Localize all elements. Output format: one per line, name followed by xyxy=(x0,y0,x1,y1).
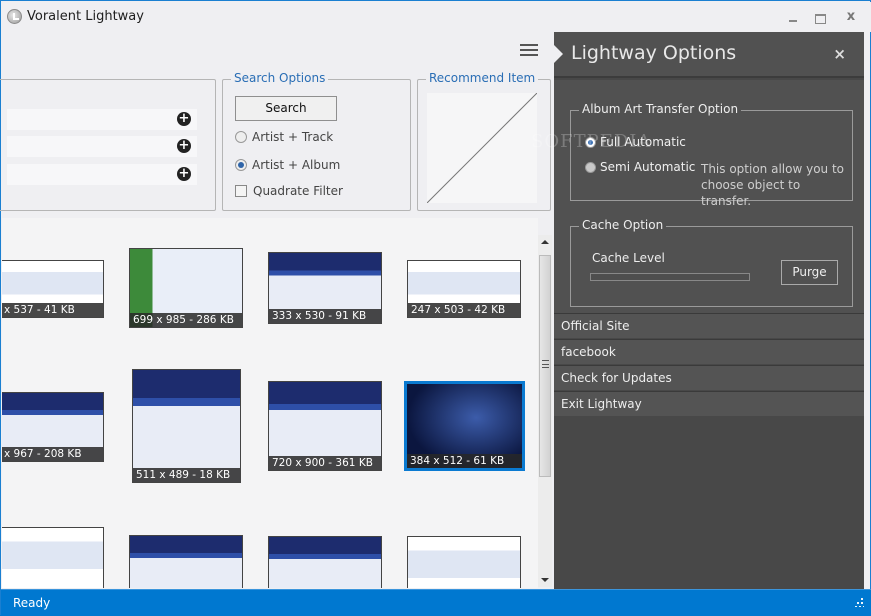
thumbnail-caption: 247 x 503 - 42 KB xyxy=(408,303,520,317)
thumbnail[interactable] xyxy=(2,527,104,588)
thumbnail[interactable]: x 537 - 41 KB xyxy=(2,260,104,318)
album-art-transfer-group: Album Art Transfer Option Full Automatic… xyxy=(570,102,853,208)
recommend-item-legend: Recommend Item xyxy=(426,71,539,85)
scroll-up-arrow-icon[interactable] xyxy=(541,240,549,244)
menu-hamburger-icon[interactable] xyxy=(520,44,538,58)
thumbnail-caption: 333 x 530 - 91 KB xyxy=(269,309,381,323)
close-button[interactable]: x xyxy=(841,8,861,26)
search-options-legend: Search Options xyxy=(231,71,329,85)
panel-pointer-icon xyxy=(554,45,563,63)
plus-circle-icon[interactable]: + xyxy=(177,139,191,153)
resize-grip-icon[interactable] xyxy=(854,597,864,607)
search-entry-input[interactable]: + xyxy=(7,109,197,130)
menu-check-updates[interactable]: Check for Updates xyxy=(554,365,864,390)
recommend-image-placeholder[interactable] xyxy=(427,93,537,203)
search-entry-input[interactable]: + xyxy=(7,136,197,157)
thumbnail[interactable] xyxy=(129,535,243,588)
radio-circle[interactable] xyxy=(235,159,247,171)
checkbox-box[interactable] xyxy=(235,185,247,197)
thumbnail-caption: x 537 - 41 KB xyxy=(2,303,103,317)
panel-title: Lightway Options xyxy=(571,42,737,64)
radio-label: Artist + Track xyxy=(252,130,334,144)
thumbnail-caption: 511 x 489 - 18 KB xyxy=(133,468,240,482)
panel-header: Lightway Options × xyxy=(554,32,864,78)
thumbnail[interactable] xyxy=(268,536,382,588)
grip-icon xyxy=(542,360,549,368)
radio-label: Semi Automatic xyxy=(600,160,696,174)
radio-artist-track[interactable]: Artist + Track xyxy=(235,130,333,144)
cache-legend: Cache Option xyxy=(579,218,667,232)
plus-circle-icon[interactable]: + xyxy=(177,112,191,126)
minimize-button[interactable] xyxy=(783,8,803,26)
cache-option-group: Cache Option Cache Level Purge xyxy=(570,218,853,307)
thumbnail[interactable]: 699 x 985 - 286 KB xyxy=(129,248,243,328)
radio-circle[interactable] xyxy=(235,131,247,143)
scroll-down-arrow-icon[interactable] xyxy=(541,578,549,582)
app-window: Voralent Lightway x + + + Search Options… xyxy=(0,0,871,616)
thumbnail-caption: 699 x 985 - 286 KB xyxy=(130,313,242,327)
empty-image-icon xyxy=(427,93,537,203)
thumbnail[interactable]: 333 x 530 - 91 KB xyxy=(268,252,382,324)
thumbnail-caption: x 967 - 208 KB xyxy=(2,447,103,461)
purge-button[interactable]: Purge xyxy=(781,260,838,285)
thumbnail[interactable]: 247 x 503 - 42 KB xyxy=(407,260,521,318)
transfer-legend: Album Art Transfer Option xyxy=(579,102,742,116)
checkbox-label: Quadrate Filter xyxy=(253,184,343,198)
gallery-scrollbar[interactable] xyxy=(538,235,552,587)
thumbnail-selected[interactable]: 384 x 512 - 61 KB xyxy=(404,381,525,471)
scrollbar-thumb[interactable] xyxy=(539,255,551,477)
thumbnail-caption: 384 x 512 - 61 KB xyxy=(407,454,522,468)
thumbnail[interactable] xyxy=(407,536,521,588)
radio-circle[interactable] xyxy=(585,161,596,173)
checkbox-quadrate-filter[interactable]: Quadrate Filter xyxy=(235,184,343,198)
menu-official-site[interactable]: Official Site xyxy=(554,313,864,338)
watermark: SOFTPEDIA xyxy=(531,131,652,152)
thumbnail-gallery[interactable]: x 537 - 41 KB 699 x 985 - 286 KB 333 x 5… xyxy=(2,218,538,588)
menu-facebook[interactable]: facebook xyxy=(554,339,864,364)
lightway-options-panel: Lightway Options × Album Art Transfer Op… xyxy=(554,32,864,589)
menu-exit-lightway[interactable]: Exit Lightway xyxy=(554,391,864,416)
search-entry-input[interactable]: + xyxy=(7,164,197,185)
radio-semi-automatic[interactable]: Semi Automatic xyxy=(585,160,695,174)
cache-level-bar xyxy=(590,273,750,281)
window-title: Voralent Lightway xyxy=(27,9,144,24)
title-bar: Voralent Lightway x xyxy=(2,2,871,32)
thumbnail-caption: 720 x 900 - 361 KB xyxy=(269,456,381,470)
app-logo-icon xyxy=(7,9,22,24)
search-button[interactable]: Search xyxy=(235,96,337,121)
panel-body: Album Art Transfer Option Full Automatic… xyxy=(554,80,864,313)
thumbnail[interactable]: 720 x 900 - 361 KB xyxy=(268,381,382,471)
transfer-help-text: This option allow you to choose object t… xyxy=(701,162,844,208)
panel-close-button[interactable]: × xyxy=(833,45,846,63)
plus-circle-icon[interactable]: + xyxy=(177,167,191,181)
thumbnail[interactable]: 511 x 489 - 18 KB xyxy=(132,369,241,483)
maximize-button[interactable] xyxy=(810,8,830,26)
status-bar: Ready xyxy=(1,589,871,616)
search-entries-group: + + + xyxy=(0,79,216,211)
cache-level-label: Cache Level xyxy=(592,251,665,265)
search-options-group: Search Options Search Artist + Track Art… xyxy=(222,71,411,211)
radio-artist-album[interactable]: Artist + Album xyxy=(235,158,340,172)
radio-label: Artist + Album xyxy=(252,158,341,172)
thumbnail[interactable]: x 967 - 208 KB xyxy=(2,392,104,462)
status-text: Ready xyxy=(13,596,51,610)
